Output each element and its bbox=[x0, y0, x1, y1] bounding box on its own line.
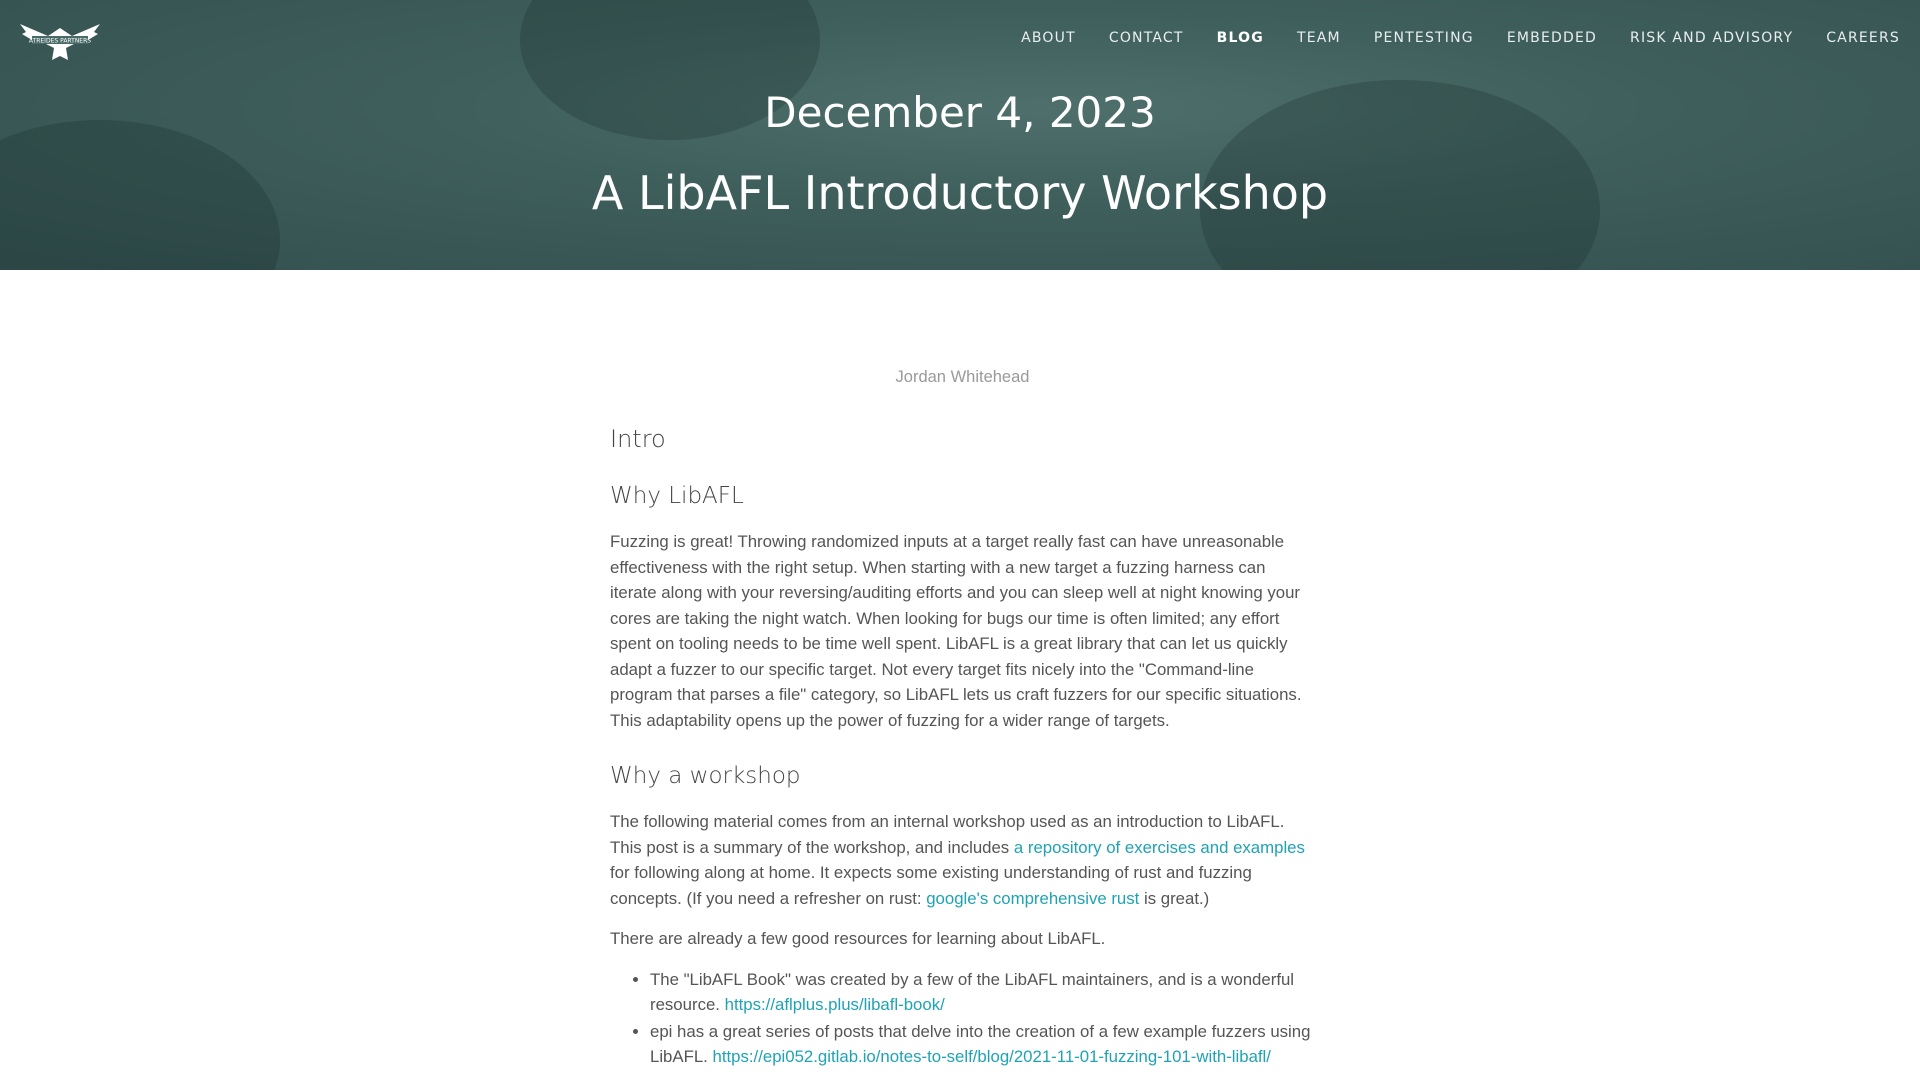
paragraph: There are already a few good resources f… bbox=[610, 929, 1106, 948]
post-title: A LibAFL Introductory Workshop bbox=[591, 166, 1329, 220]
nav-risk-and-advisory[interactable]: RISK AND ADVISORY bbox=[1630, 30, 1793, 46]
text: is great.) bbox=[1139, 888, 1210, 908]
nav-pentesting[interactable]: PENTESTING bbox=[1374, 30, 1474, 46]
paragraph: The following material comes from an int… bbox=[610, 809, 1315, 911]
svg-text:ATREIDES PARTNERS: ATREIDES PARTNERS bbox=[29, 38, 91, 45]
nav-contact[interactable]: CONTACT bbox=[1109, 30, 1184, 46]
heading-why-libafl: Why LibAFL bbox=[610, 483, 744, 509]
post-content: Jordan Whitehead Intro Why LibAFL Fuzzin… bbox=[610, 270, 1315, 1071]
paragraph: Fuzzing is great! Throwing randomized in… bbox=[610, 532, 1302, 730]
nav-blog[interactable]: BLOG bbox=[1217, 30, 1264, 46]
epi-blog-link[interactable]: https://epi052.gitlab.io/notes-to-self/b… bbox=[713, 1047, 1271, 1066]
comprehensive-rust-link[interactable]: google's comprehensive rust bbox=[926, 889, 1139, 908]
list-item: The "LibAFL Book" was created by a few o… bbox=[650, 967, 1315, 1018]
heading-why-a-workshop: Why a workshop bbox=[610, 763, 801, 789]
repository-link[interactable]: a repository of exercises and examples bbox=[1014, 838, 1305, 857]
post-date: December 4, 2023 bbox=[764, 88, 1156, 137]
post-author: Jordan Whitehead bbox=[895, 368, 1030, 386]
atreides-partners-logo[interactable]: ATREIDES PARTNERS bbox=[18, 18, 102, 62]
list-item: epi has a great series of posts that del… bbox=[650, 1019, 1315, 1070]
hero-banner: ATREIDES PARTNERS ABOUT CONTACT BLOG TEA… bbox=[0, 0, 1920, 270]
heading-intro: Intro bbox=[610, 425, 666, 453]
main-nav: ABOUT CONTACT BLOG TEAM PENTESTING EMBED… bbox=[1021, 30, 1900, 46]
nav-team[interactable]: TEAM bbox=[1297, 30, 1341, 46]
nav-careers[interactable]: CAREERS bbox=[1826, 30, 1900, 46]
nav-embedded[interactable]: EMBEDDED bbox=[1507, 30, 1597, 46]
nav-about[interactable]: ABOUT bbox=[1021, 30, 1076, 46]
libafl-book-link[interactable]: https://aflplus.plus/libafl-book/ bbox=[725, 995, 945, 1014]
resource-list: The "LibAFL Book" was created by a few o… bbox=[650, 967, 1315, 1070]
